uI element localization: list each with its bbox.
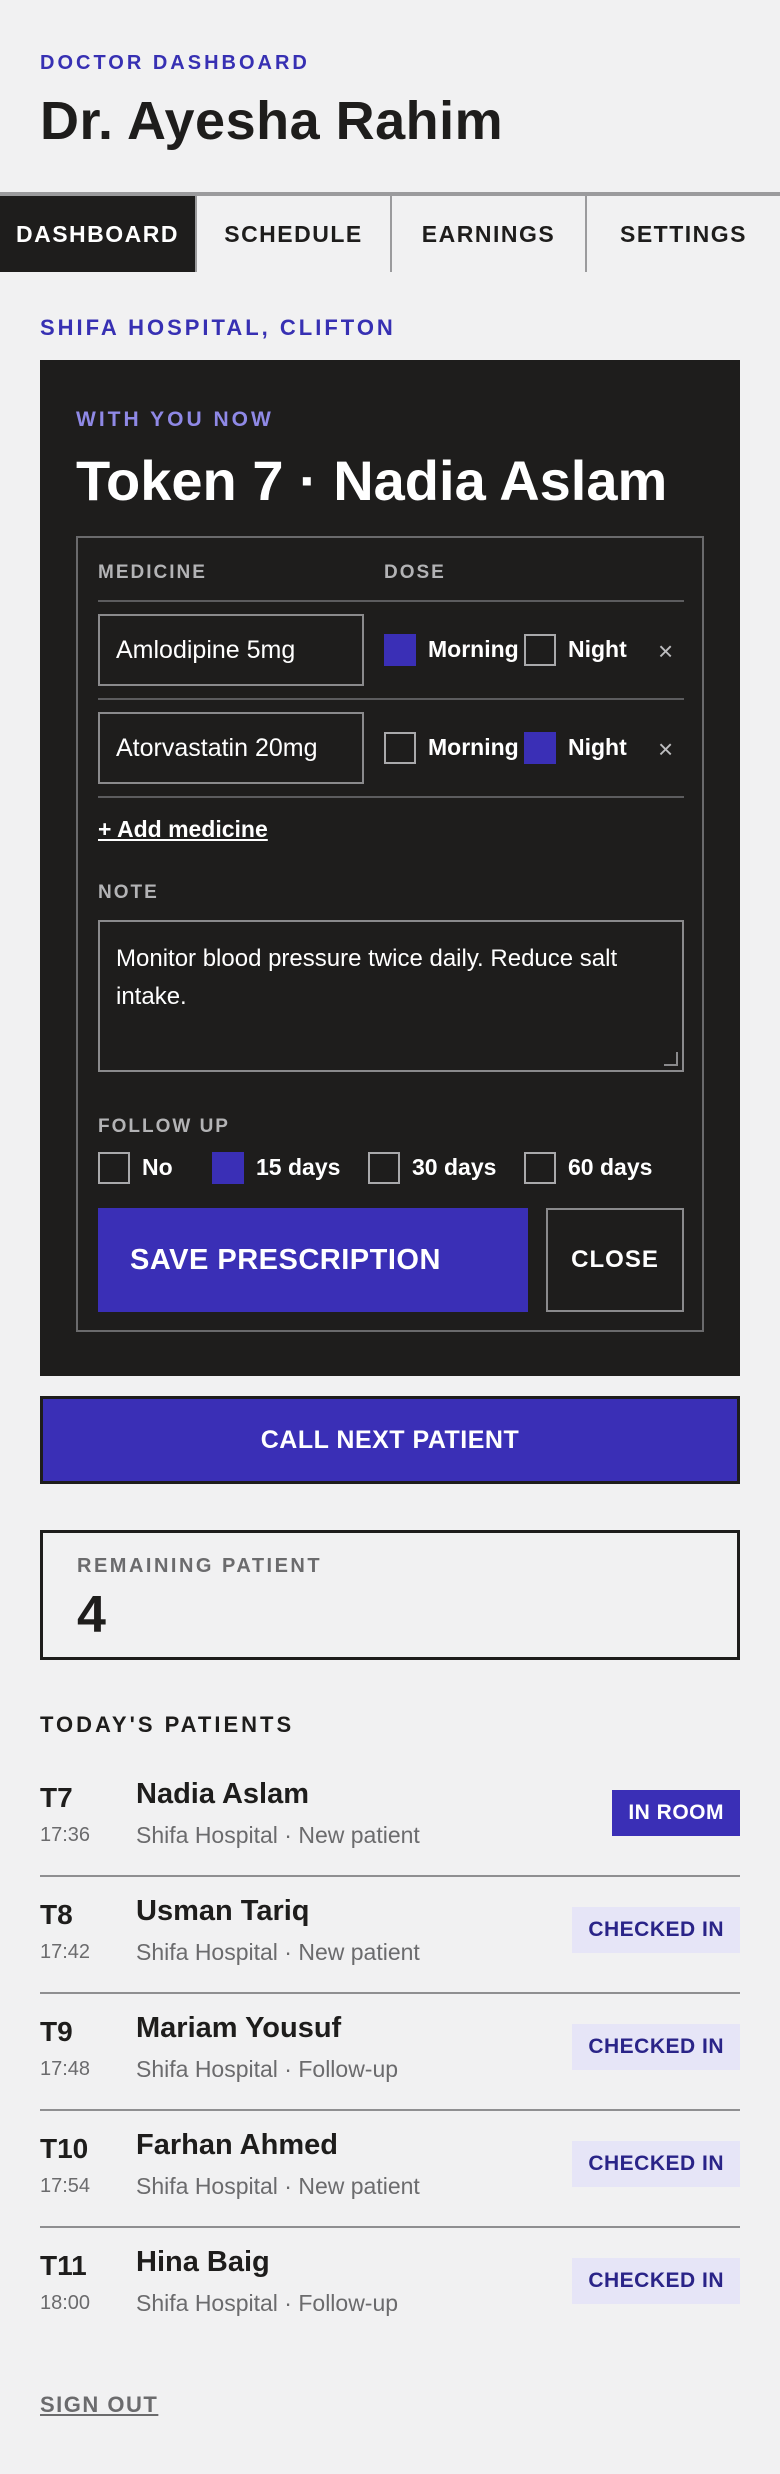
remaining-count: 4 (77, 1586, 106, 1644)
medicine-input[interactable]: Atorvastatin 20mg (98, 712, 364, 784)
save-prescription-button[interactable]: SAVE PRESCRIPTION (98, 1208, 528, 1312)
patient-name: Farhan Ahmed (136, 2129, 338, 2161)
patient-token: T11 (40, 2250, 87, 2281)
divider (98, 796, 684, 798)
note-text: Monitor blood pressure twice daily. Redu… (116, 945, 618, 1010)
patient-token: T8 (40, 1899, 73, 1930)
patient-token: T7 (40, 1782, 73, 1813)
tab-settings[interactable]: SETTINGS (585, 196, 780, 272)
patient-row[interactable]: T9 17:48 Mariam Yousuf Shifa Hospital · … (40, 1994, 740, 2111)
current-patient-title: Token 7 · Nadia Aslam (76, 449, 668, 512)
tab-schedule[interactable]: SCHEDULE (195, 196, 390, 272)
remaining-patients-card: REMAINING PATIENT 4 (40, 1530, 740, 1660)
night-checkbox[interactable] (524, 732, 556, 764)
tab-dashboard[interactable]: DASHBOARD (0, 196, 195, 272)
patient-name: Mariam Yousuf (136, 2012, 342, 2044)
dose-column-header: DOSE (384, 562, 446, 583)
morning-label: Morning (428, 636, 519, 662)
note-textarea[interactable]: Monitor blood pressure twice daily. Redu… (98, 920, 684, 1072)
follow-up-option-label: 60 days (568, 1154, 653, 1180)
remaining-label: REMAINING PATIENT (77, 1555, 323, 1577)
patient-meta: Shifa Hospital · New patient (136, 1822, 420, 1848)
patient-token: T10 (40, 2133, 89, 2164)
patient-meta: Shifa Hospital · Follow-up (136, 2056, 399, 2082)
divider (98, 600, 684, 602)
follow-up-label: FOLLOW UP (98, 1116, 230, 1137)
note-label: NOTE (98, 882, 159, 903)
patient-time: 17:54 (40, 2175, 91, 2197)
status-badge: CHECKED IN (572, 2141, 740, 2187)
patient-row[interactable]: T7 17:36 Nadia Aslam Shifa Hospital · Ne… (40, 1760, 740, 1877)
patients-list-title: TODAY'S PATIENTS (40, 1712, 295, 1737)
patient-meta: Shifa Hospital · Follow-up (136, 2290, 399, 2316)
follow-up-no-checkbox[interactable] (98, 1152, 130, 1184)
tab-bar: DASHBOARD SCHEDULE EARNINGS SETTINGS (0, 192, 780, 272)
hospital-name: SHIFA HOSPITAL, CLIFTON (40, 315, 396, 340)
divider (98, 698, 684, 700)
follow-up-15-checkbox[interactable] (212, 1152, 244, 1184)
patient-time: 17:48 (40, 2058, 91, 2080)
patient-row[interactable]: T8 17:42 Usman Tariq Shifa Hospital · Ne… (40, 1877, 740, 1994)
patient-name: Hina Baig (136, 2246, 270, 2278)
status-badge: CHECKED IN (572, 2024, 740, 2070)
night-label: Night (568, 636, 627, 662)
morning-checkbox[interactable] (384, 732, 416, 764)
add-medicine-link[interactable]: + Add medicine (98, 816, 268, 843)
resize-handle-icon[interactable] (664, 1052, 678, 1066)
call-next-patient-button[interactable]: CALL NEXT PATIENT (40, 1396, 740, 1484)
patient-time: 18:00 (40, 2292, 91, 2314)
tab-earnings[interactable]: EARNINGS (390, 196, 585, 272)
patient-meta: Shifa Hospital · New patient (136, 2173, 420, 2199)
follow-up-option-label: 30 days (412, 1154, 497, 1180)
with-you-label: WITH YOU NOW (76, 408, 274, 431)
follow-up-option-label: No (142, 1154, 173, 1180)
follow-up-option-label: 15 days (256, 1154, 341, 1180)
patient-time: 17:36 (40, 1824, 91, 1846)
doctor-name: Dr. Ayesha Rahim (40, 91, 504, 151)
patient-name: Nadia Aslam (136, 1778, 309, 1810)
patient-time: 17:42 (40, 1941, 91, 1963)
morning-checkbox[interactable] (384, 634, 416, 666)
dashboard-eyebrow: DOCTOR DASHBOARD (40, 52, 310, 74)
night-label: Night (568, 734, 627, 760)
patient-name: Usman Tariq (136, 1895, 310, 1927)
follow-up-60-checkbox[interactable] (524, 1152, 556, 1184)
status-badge: CHECKED IN (572, 1907, 740, 1953)
close-button[interactable]: CLOSE (546, 1208, 684, 1312)
remove-medicine-icon[interactable]: × (658, 638, 673, 664)
status-badge: CHECKED IN (572, 2258, 740, 2304)
sign-out-link[interactable]: SIGN OUT (40, 2392, 158, 2418)
morning-label: Morning (428, 734, 519, 760)
medicine-input[interactable]: Amlodipine 5mg (98, 614, 364, 686)
patient-token: T9 (40, 2016, 73, 2047)
current-consultation-panel: WITH YOU NOW Token 7 · Nadia Aslam MEDIC… (40, 360, 740, 1376)
medicine-column-header: MEDICINE (98, 562, 207, 583)
patient-row[interactable]: T10 17:54 Farhan Ahmed Shifa Hospital · … (40, 2111, 740, 2228)
follow-up-30-checkbox[interactable] (368, 1152, 400, 1184)
prescription-form: MEDICINE DOSE Amlodipine 5mg Morning Nig… (76, 536, 704, 1332)
status-badge: IN ROOM (612, 1790, 740, 1836)
night-checkbox[interactable] (524, 634, 556, 666)
patient-row[interactable]: T11 18:00 Hina Baig Shifa Hospital · Fol… (40, 2228, 740, 2345)
remove-medicine-icon[interactable]: × (658, 736, 673, 762)
patient-meta: Shifa Hospital · New patient (136, 1939, 420, 1965)
